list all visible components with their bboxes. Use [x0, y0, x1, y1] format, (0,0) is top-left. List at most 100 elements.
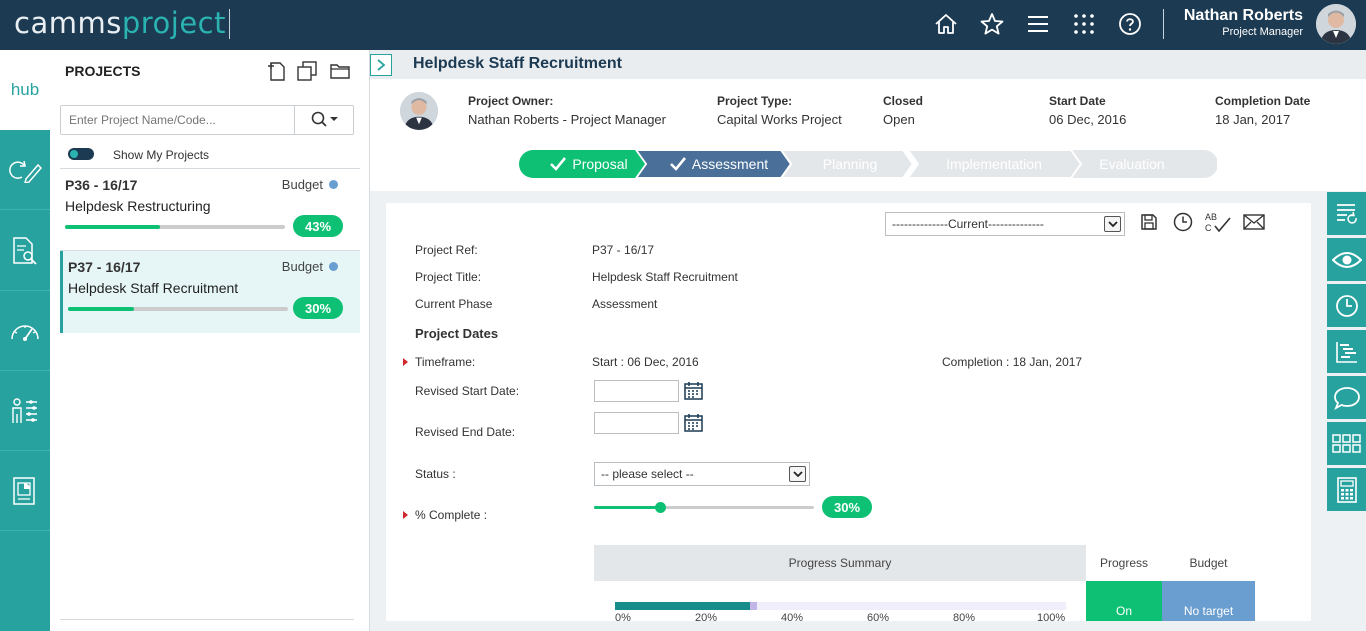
timeframe-completion: Completion : 18 Jan, 2017	[942, 355, 1083, 369]
folder-icon[interactable]	[329, 60, 351, 82]
progress-column-header: Progress	[1086, 545, 1162, 581]
search-button[interactable]	[297, 106, 353, 134]
tick-label: 80%	[953, 612, 976, 621]
project-card[interactable]: P36 - 16/17 Budget Helpdesk Restructurin…	[60, 169, 360, 251]
project-title-label: Project Title:	[415, 270, 482, 284]
percent-complete-slider[interactable]	[594, 502, 814, 513]
closed-label: Closed	[883, 94, 924, 108]
slider-handle[interactable]	[655, 502, 666, 513]
check-icon	[550, 157, 567, 171]
completion-date-value: 18 Jan, 2017	[1215, 112, 1291, 127]
calculator-icon[interactable]	[1327, 468, 1366, 511]
tick-label: 40%	[781, 612, 804, 621]
copy-project-icon[interactable]	[296, 60, 318, 82]
page-title: Helpdesk Staff Recruitment	[413, 55, 622, 72]
email-icon[interactable]	[1241, 211, 1267, 233]
phase-implementation[interactable]: Implementation	[919, 150, 1069, 178]
revised-start-input[interactable]	[594, 380, 679, 402]
toggle-label: Show My Projects	[113, 148, 210, 162]
star-icon[interactable]	[978, 10, 1006, 38]
brand-logo[interactable]: cammsproject	[14, 6, 226, 40]
progress-summary-header: Progress Summary	[594, 545, 1086, 581]
required-marker	[403, 358, 408, 366]
project-ref-label: Project Ref:	[415, 243, 478, 257]
revised-end-label: Revised End Date:	[415, 425, 516, 439]
comment-icon[interactable]	[1327, 376, 1366, 419]
document-search-icon[interactable]	[0, 211, 50, 291]
budget-column-header: Budget	[1162, 545, 1255, 581]
divider	[229, 9, 230, 39]
tick-label: 20%	[695, 612, 718, 621]
project-card-selected[interactable]: P37 - 16/17 Budget Helpdesk Staff Recrui…	[60, 251, 360, 333]
progress-fill	[65, 225, 160, 229]
edit-cycle-icon[interactable]	[0, 130, 50, 210]
phase-planning[interactable]: Planning	[793, 150, 907, 178]
user-name[interactable]: Nathan Roberts	[1184, 7, 1303, 25]
chevron-down-icon	[1104, 216, 1121, 232]
progress-pill: 30%	[293, 297, 343, 319]
timeframe-label: Timeframe:	[415, 355, 476, 369]
project-ref-value: P37 - 16/17	[592, 243, 655, 257]
eye-icon[interactable]	[1327, 238, 1366, 281]
spellcheck-icon[interactable]: AB C	[1204, 211, 1232, 233]
phase-evaluation[interactable]: Evaluation	[1057, 150, 1207, 178]
projects-panel: PROJECTS Show My Projects P36 - 16/17 Bu…	[50, 50, 370, 631]
current-phase-value: Assessment	[592, 297, 658, 311]
history-clock-icon[interactable]	[1171, 211, 1195, 233]
version-select[interactable]: --------------Current--------------	[885, 212, 1125, 236]
timeframe-start: Start : 06 Dec, 2016	[592, 355, 699, 369]
progress-summary-body	[594, 581, 1086, 621]
grid-icon[interactable]	[1327, 422, 1366, 465]
budget-status-dot	[329, 262, 338, 271]
calendar-icon[interactable]	[684, 381, 703, 400]
summary-progress-track	[615, 602, 1066, 610]
report-icon[interactable]	[0, 451, 50, 531]
gantt-icon[interactable]	[1327, 330, 1366, 373]
check-icon	[669, 157, 686, 171]
type-value: Capital Works Project	[717, 112, 842, 127]
people-chart-icon[interactable]	[0, 371, 50, 451]
slider-fill	[594, 506, 660, 509]
list-refresh-icon[interactable]	[1327, 192, 1366, 235]
tick-label: 0%	[615, 612, 631, 621]
revised-end-input[interactable]	[594, 412, 679, 434]
apps-grid-icon[interactable]	[1070, 10, 1098, 38]
phase-assessment[interactable]: Assessment	[649, 150, 789, 178]
user-avatar[interactable]	[1316, 4, 1356, 44]
gauge-icon[interactable]	[0, 291, 50, 371]
save-icon[interactable]	[1137, 211, 1161, 233]
percent-complete-label: % Complete :	[415, 508, 488, 522]
collapse-panel-button[interactable]	[370, 54, 392, 76]
phase-proposal[interactable]: Proposal	[533, 150, 645, 178]
completion-date-label: Completion Date	[1215, 94, 1311, 108]
percent-complete-pill: 30%	[822, 496, 872, 518]
home-icon[interactable]	[932, 10, 960, 38]
help-icon[interactable]	[1116, 10, 1144, 38]
start-date-label: Start Date	[1049, 94, 1106, 108]
svg-text:C: C	[1205, 223, 1212, 233]
project-name: Helpdesk Restructuring	[65, 198, 211, 214]
chevron-down-icon	[789, 466, 806, 482]
project-search-input[interactable]	[61, 106, 295, 134]
divider	[60, 619, 354, 620]
menu-icon[interactable]	[1024, 10, 1052, 38]
budget-label: Budget	[281, 259, 323, 274]
budget-status-dot	[329, 180, 338, 189]
owner-avatar	[400, 92, 438, 130]
show-my-projects-toggle[interactable]	[68, 148, 94, 160]
summary-progress-fill	[615, 602, 751, 610]
type-label: Project Type:	[717, 94, 793, 108]
svg-text:AB: AB	[1205, 212, 1217, 222]
calendar-icon[interactable]	[684, 413, 703, 432]
project-code: P36 - 16/17	[65, 177, 138, 193]
status-select[interactable]: -- please select --	[594, 462, 810, 486]
progress-summary-table: Progress Summary Progress Budget 0% 20% …	[594, 545, 1255, 621]
project-title-value: Helpdesk Staff Recruitment	[592, 270, 738, 284]
project-header-bar: Helpdesk Staff Recruitment	[370, 50, 1366, 79]
hub-link[interactable]: hub	[0, 50, 50, 130]
progress-fill	[68, 307, 134, 311]
add-project-icon[interactable]	[265, 60, 287, 82]
status-label: Status :	[415, 467, 456, 481]
project-progress-bar	[68, 307, 288, 311]
clock-icon[interactable]	[1327, 284, 1366, 327]
